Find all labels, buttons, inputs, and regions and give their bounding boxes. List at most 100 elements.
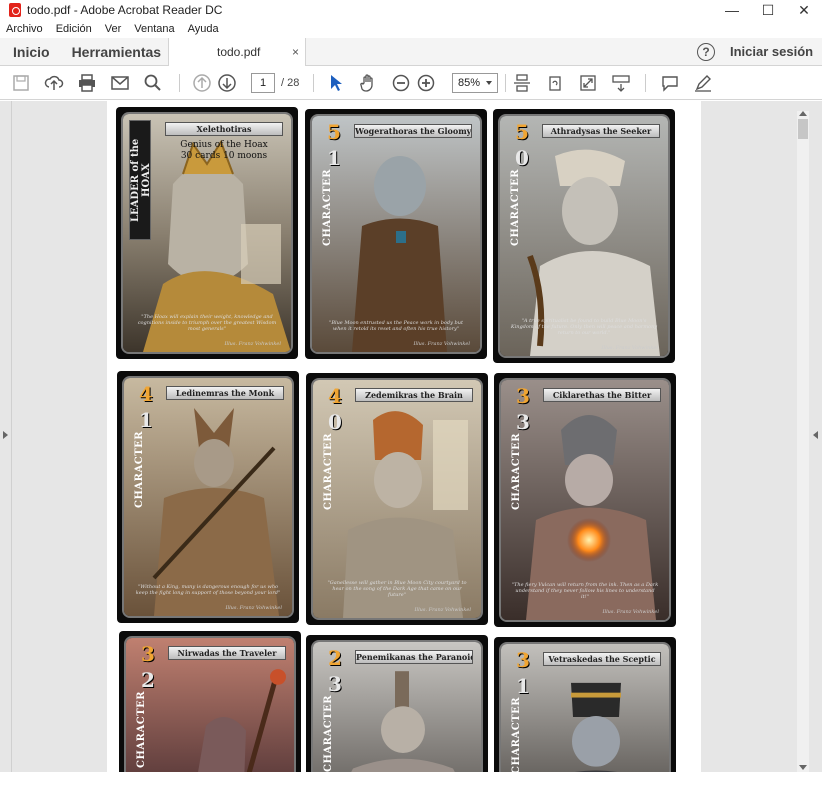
card-leader: LEADER of the HOAX Xelethotiras Genius o… xyxy=(116,107,298,359)
chevron-left-icon xyxy=(813,431,818,439)
signin-button[interactable]: Iniciar sesión xyxy=(730,44,813,59)
card-flavor-text: "A true spiritualist be found to build B… xyxy=(510,318,658,336)
card-illustrator: Illus. Franz Vohwinkel xyxy=(413,341,471,347)
card-character: 5 0 CHARACTER Athradysas the Seeker "A t… xyxy=(493,109,675,363)
card-character: 3 3 CHARACTER Ciklarethas the Bitter "Th… xyxy=(494,373,676,627)
card-cost: 3 xyxy=(141,642,155,666)
scroll-thumb[interactable] xyxy=(798,119,808,139)
zoom-select[interactable]: 85% xyxy=(452,73,498,93)
minimize-button[interactable]: — xyxy=(714,0,750,20)
document-tab-label: todo.pdf xyxy=(217,45,261,59)
tab-bar: Inicio Herramientas todo.pdf × ? Iniciar… xyxy=(0,38,822,66)
title-bar: todo.pdf - Adobe Acrobat Reader DC — ☐ ✕ xyxy=(0,0,822,20)
card-character: 4 1 CHARACTER Ledinemras the Monk "Witho… xyxy=(117,371,299,623)
card-name: Xelethotiras xyxy=(165,122,283,136)
menu-edicion[interactable]: Edición xyxy=(56,23,92,35)
menu-archivo[interactable]: Archivo xyxy=(6,23,43,35)
card-flavor-text: "The Hoax will explain their weight, kno… xyxy=(137,314,277,332)
comment-icon[interactable] xyxy=(660,73,680,93)
tab-tools[interactable]: Herramientas xyxy=(59,44,171,60)
card-flavor-text: "Blue Moon entrusted us the Peace work i… xyxy=(329,320,463,332)
toolbar-separator xyxy=(313,74,314,92)
card-type-label: CHARACTER xyxy=(511,696,522,772)
card-name: Penemikanas the Paranoid xyxy=(355,650,473,664)
card-name: Ciklarethas the Bitter xyxy=(543,388,661,402)
pdf-page: LEADER of the HOAX Xelethotiras Genius o… xyxy=(107,101,701,772)
fit-page-icon[interactable] xyxy=(578,73,598,93)
search-icon[interactable] xyxy=(143,73,163,93)
card-character: 4 0 CHARACTER Zedemikras the Brain "Gane… xyxy=(306,373,488,625)
card-power: 1 xyxy=(139,408,153,432)
tab-document[interactable]: todo.pdf × xyxy=(168,38,306,66)
card-cost: 4 xyxy=(139,382,153,406)
card-name: Vetraskedas the Sceptic xyxy=(543,652,661,666)
menu-ver[interactable]: Ver xyxy=(105,23,122,35)
card-type-label: CHARACTER xyxy=(322,168,333,246)
print-icon[interactable] xyxy=(77,73,97,93)
card-illustrator: Illus. Franz Vohwinkel xyxy=(602,609,660,615)
card-flavor-text: "Without a King, many is dangerous enoug… xyxy=(135,584,281,596)
help-icon[interactable]: ? xyxy=(697,43,715,61)
close-window-button[interactable]: ✕ xyxy=(786,0,822,20)
card-name: Nirwadas the Traveler xyxy=(168,646,286,660)
card-cost: 5 xyxy=(515,120,529,144)
email-icon[interactable] xyxy=(110,73,130,93)
acrobat-app-icon xyxy=(9,3,21,17)
right-panel-toggle[interactable] xyxy=(810,101,822,772)
zoom-value: 85% xyxy=(458,77,481,89)
toolbar-separator xyxy=(505,74,506,92)
highlight-pen-icon[interactable] xyxy=(693,73,713,93)
card-name: Athradysas the Seeker xyxy=(542,124,660,138)
card-type-label: CHARACTER xyxy=(323,694,334,772)
card-type-label: LEADER of the HOAX xyxy=(129,120,152,240)
zoom-out-icon[interactable] xyxy=(391,73,411,93)
card-cost: 3 xyxy=(516,384,530,408)
keyboard-scroll-icon[interactable] xyxy=(611,73,631,93)
tab-home[interactable]: Inicio xyxy=(0,44,59,60)
menu-ventana[interactable]: Ventana xyxy=(134,23,174,35)
card-illustrator: Illus. Franz Vohwinkel xyxy=(224,341,282,347)
scroll-down-arrow-icon[interactable] xyxy=(799,765,807,770)
card-cost: 3 xyxy=(516,648,530,672)
page-number-input[interactable]: 1 xyxy=(251,73,275,93)
card-power: 0 xyxy=(515,146,529,170)
card-type-label: CHARACTER xyxy=(323,432,334,510)
card-power: 3 xyxy=(328,672,342,696)
card-type-label: CHARACTER xyxy=(136,690,147,768)
close-tab-icon[interactable]: × xyxy=(292,45,299,59)
card-cost: 2 xyxy=(328,646,342,670)
left-panel-toggle[interactable] xyxy=(0,101,12,772)
card-subtitle-line: 30 cards 10 moons xyxy=(180,151,268,161)
document-viewer[interactable]: LEADER of the HOAX Xelethotiras Genius o… xyxy=(0,101,822,772)
window-controls: — ☐ ✕ xyxy=(714,0,822,20)
hand-tool-icon[interactable] xyxy=(358,73,378,93)
card-power: 0 xyxy=(328,410,342,434)
card-power: 1 xyxy=(516,674,530,698)
card-power: 1 xyxy=(327,146,341,170)
card-type-label: CHARACTER xyxy=(134,430,145,508)
menu-bar: Archivo Edición Ver Ventana Ayuda xyxy=(0,20,822,38)
card-illustrator: Illus. Franz Vohwinkel xyxy=(414,607,472,613)
card-character: 5 1 CHARACTER Wogerathoras the Gloomy "B… xyxy=(305,109,487,359)
cloud-upload-icon[interactable] xyxy=(44,73,64,93)
menu-ayuda[interactable]: Ayuda xyxy=(188,23,219,35)
card-power: 3 xyxy=(516,410,530,434)
window-title: todo.pdf - Adobe Acrobat Reader DC xyxy=(27,3,223,17)
rotate-page-icon[interactable] xyxy=(545,73,565,93)
toolbar-separator xyxy=(179,74,180,92)
save-icon[interactable] xyxy=(11,73,31,93)
chevron-down-icon xyxy=(486,81,492,85)
previous-page-icon[interactable] xyxy=(192,73,212,93)
card-subtitle: Genius of the Hoax 30 cards 10 moons xyxy=(165,140,283,162)
card-name: Ledinemras the Monk xyxy=(166,386,284,400)
maximize-button[interactable]: ☐ xyxy=(750,0,786,20)
chevron-right-icon xyxy=(3,431,8,439)
zoom-in-icon[interactable] xyxy=(416,73,436,93)
next-page-icon[interactable] xyxy=(217,73,237,93)
scroll-up-arrow-icon[interactable] xyxy=(799,111,807,116)
card-cost: 4 xyxy=(328,384,342,408)
scroll-mode-icon[interactable] xyxy=(512,73,532,93)
vertical-scrollbar[interactable] xyxy=(797,111,809,772)
select-cursor-icon[interactable] xyxy=(326,73,346,93)
card-power: 2 xyxy=(141,668,155,692)
